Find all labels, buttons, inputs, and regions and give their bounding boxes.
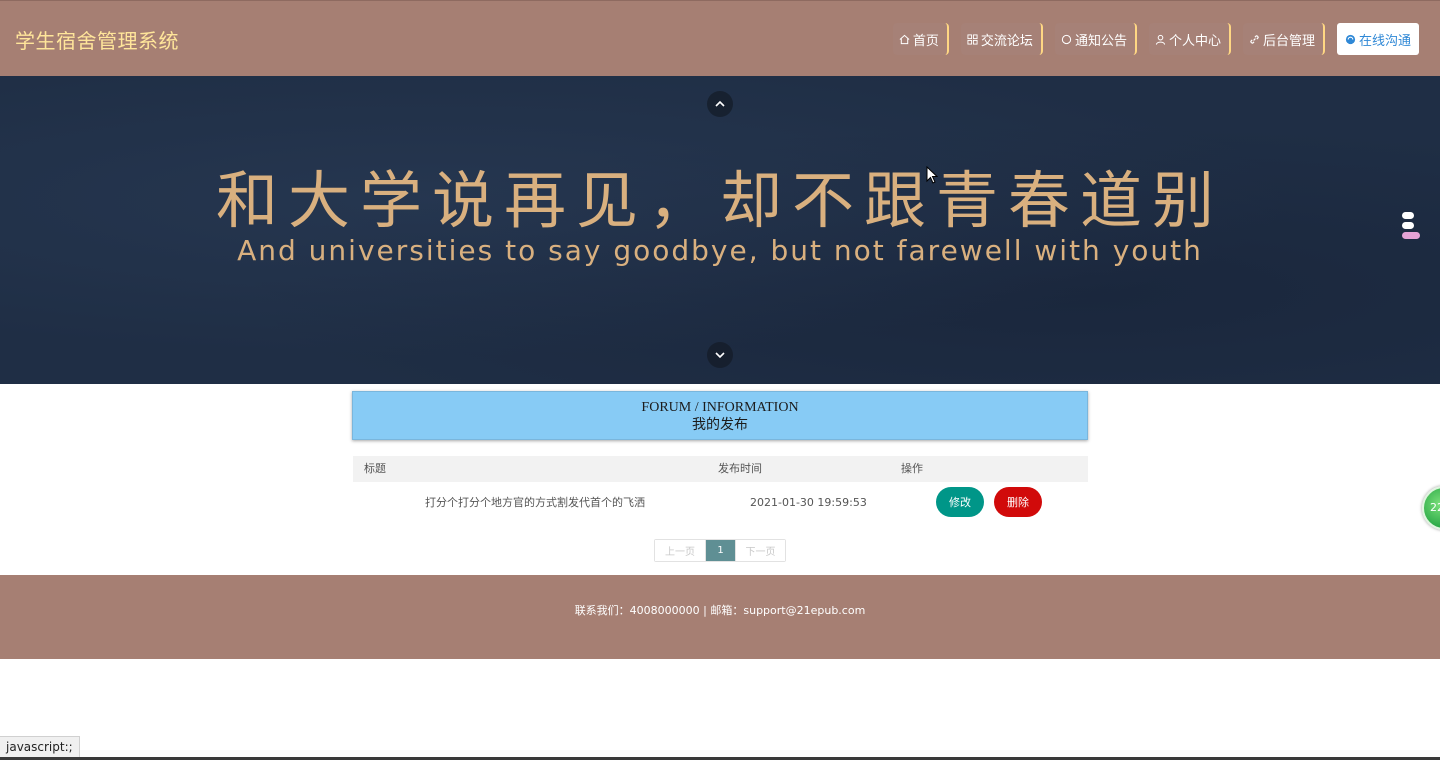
post-time: 2021-01-30 19:59:53 xyxy=(750,496,867,509)
table-header: 标题 发布时间 操作 xyxy=(353,456,1088,482)
carousel-dot[interactable] xyxy=(1402,212,1414,219)
site-title[interactable]: 学生宿舍管理系统 xyxy=(15,25,179,54)
delete-button[interactable]: 删除 xyxy=(994,487,1042,517)
edit-button[interactable]: 修改 xyxy=(936,487,984,517)
nav-profile-label: 个人中心 xyxy=(1168,33,1221,49)
notice-icon xyxy=(1061,33,1073,45)
column-header-actions: 操作 xyxy=(901,462,923,475)
column-header-title: 标题 xyxy=(364,462,386,475)
nav-admin[interactable]: 后台管理 xyxy=(1242,23,1325,55)
nav-notice-label: 通知公告 xyxy=(1074,33,1127,49)
home-icon xyxy=(899,33,911,45)
nav-profile[interactable]: 个人中心 xyxy=(1148,23,1231,55)
carousel-indicators xyxy=(1402,212,1422,239)
column-header-time: 发布时间 xyxy=(718,462,762,475)
footer: 联系我们：4008000000 | 邮箱：support@21epub.com xyxy=(0,575,1440,659)
section-header: FORUM / INFORMATION 我的发布 xyxy=(352,391,1088,440)
nav-admin-label: 后台管理 xyxy=(1262,33,1315,49)
floating-chat-button[interactable]: 22 xyxy=(1422,486,1440,530)
banner-title-en: And universities to say goodbye, but not… xyxy=(237,234,1203,267)
nav-home[interactable]: 首页 xyxy=(892,23,949,55)
posts-table: 标题 发布时间 操作 打分个打分个地方官的方式割发代首个的飞洒 2021-01-… xyxy=(353,456,1088,524)
nav-online-chat-label: 在线沟通 xyxy=(1358,33,1411,49)
chevron-up-icon xyxy=(715,100,725,107)
nav-forum[interactable]: 交流论坛 xyxy=(960,23,1043,55)
nav-online-chat[interactable]: 在线沟通 xyxy=(1336,23,1419,55)
carousel-dot-active[interactable] xyxy=(1402,232,1420,239)
status-bar-url: javascript:; xyxy=(0,736,80,758)
carousel-prev-button[interactable] xyxy=(707,91,733,117)
pagination: 上一页 1 下一页 xyxy=(654,539,786,562)
chat-icon xyxy=(1345,33,1357,45)
banner-carousel: 和大学说再见，却不跟青春道别 And universities to say g… xyxy=(0,76,1440,384)
link-icon xyxy=(1249,33,1261,45)
section-title-en: FORUM / INFORMATION xyxy=(641,400,799,415)
section-title-cn: 我的发布 xyxy=(692,417,748,433)
header: 学生宿舍管理系统 首页 交流论坛 通知公告 个人中心 后台管理 在线沟通 xyxy=(0,0,1440,76)
current-page[interactable]: 1 xyxy=(706,540,735,561)
user-icon xyxy=(1155,33,1167,45)
next-page-button[interactable]: 下一页 xyxy=(735,540,785,561)
main-nav: 首页 交流论坛 通知公告 个人中心 后台管理 在线沟通 xyxy=(892,23,1419,55)
table-row: 打分个打分个地方官的方式割发代首个的飞洒 2021-01-30 19:59:53… xyxy=(353,482,1088,524)
footer-contact: 联系我们：4008000000 | 邮箱：support@21epub.com xyxy=(574,604,866,617)
forum-icon xyxy=(967,33,979,45)
carousel-dot[interactable] xyxy=(1402,222,1414,229)
mouse-cursor-icon xyxy=(926,166,938,184)
chevron-down-icon xyxy=(715,352,725,359)
prev-page-button[interactable]: 上一页 xyxy=(655,540,706,561)
floating-chat-label: 22 xyxy=(1430,501,1440,514)
banner-title-cn: 和大学说再见，却不跟青春道别 xyxy=(215,164,1224,237)
post-title[interactable]: 打分个打分个地方官的方式割发代首个的飞洒 xyxy=(425,482,645,524)
carousel-next-button[interactable] xyxy=(707,342,733,368)
nav-forum-label: 交流论坛 xyxy=(980,33,1033,49)
nav-notice[interactable]: 通知公告 xyxy=(1054,23,1137,55)
nav-home-label: 首页 xyxy=(912,33,939,49)
